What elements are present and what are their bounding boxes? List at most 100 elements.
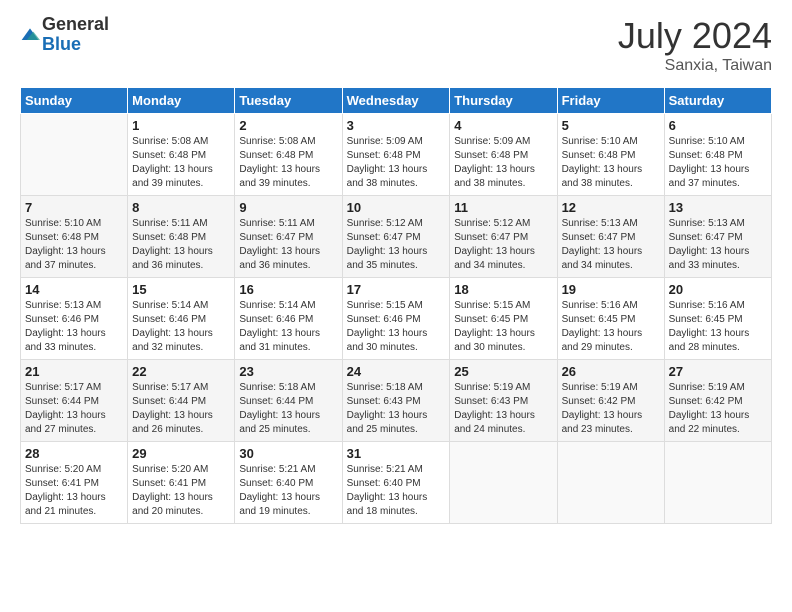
day-number: 20 xyxy=(669,282,767,297)
day-cell: 12 Sunrise: 5:13 AMSunset: 6:47 PMDayligh… xyxy=(557,196,664,278)
day-info: Sunrise: 5:09 AMSunset: 6:48 PMDaylight:… xyxy=(454,135,552,191)
day-cell xyxy=(557,442,664,524)
day-cell xyxy=(664,442,771,524)
day-number: 2 xyxy=(239,118,337,133)
day-number: 19 xyxy=(562,282,660,297)
day-info: Sunrise: 5:14 AMSunset: 6:46 PMDaylight:… xyxy=(132,299,230,355)
day-cell: 13 Sunrise: 5:13 AMSunset: 6:47 PMDayligh… xyxy=(664,196,771,278)
day-cell: 10Sunrise: 5:12 AMSunset: 6:47 PMDayligh… xyxy=(342,196,450,278)
weekday-header-saturday: Saturday xyxy=(664,88,771,114)
day-cell: 24 Sunrise: 5:18 AMSunset: 6:43 PMDayligh… xyxy=(342,360,450,442)
day-info: Sunrise: 5:21 AMSunset: 6:40 PMDaylight:… xyxy=(239,463,337,519)
day-cell: 14Sunrise: 5:13 AMSunset: 6:46 PMDayligh… xyxy=(21,278,128,360)
day-number: 13 xyxy=(669,200,767,215)
day-number: 27 xyxy=(669,364,767,379)
general-blue-icon xyxy=(20,25,40,45)
day-cell xyxy=(21,114,128,196)
day-cell: 5 Sunrise: 5:10 AMSunset: 6:48 PMDaylight… xyxy=(557,114,664,196)
day-number: 18 xyxy=(454,282,552,297)
day-number: 29 xyxy=(132,446,230,461)
day-info: Sunrise: 5:09 AMSunset: 6:48 PMDaylight:… xyxy=(347,135,446,191)
day-info: Sunrise: 5:20 AMSunset: 6:41 PMDaylight:… xyxy=(25,463,123,519)
day-number: 17 xyxy=(347,282,446,297)
header: General Blue July 2024 Sanxia, Taiwan xyxy=(20,15,772,75)
day-info: Sunrise: 5:16 AMSunset: 6:45 PMDaylight:… xyxy=(562,299,660,355)
day-cell: 22Sunrise: 5:17 AMSunset: 6:44 PMDayligh… xyxy=(128,360,235,442)
day-cell: 11 Sunrise: 5:12 AMSunset: 6:47 PMDayligh… xyxy=(450,196,557,278)
day-cell: 21Sunrise: 5:17 AMSunset: 6:44 PMDayligh… xyxy=(21,360,128,442)
day-number: 21 xyxy=(25,364,123,379)
day-number: 5 xyxy=(562,118,660,133)
page: General Blue July 2024 Sanxia, Taiwan Su… xyxy=(0,0,792,612)
day-cell: 28 Sunrise: 5:20 AMSunset: 6:41 PMDayligh… xyxy=(21,442,128,524)
week-row-4: 21 Sunrise: 5:17 AMSunset: 6:44 PMDayligh… xyxy=(21,360,772,442)
day-info: Sunrise: 5:11 AMSunset: 6:48 PMDaylight:… xyxy=(132,217,230,273)
weekday-header-wednesday: Wednesday xyxy=(342,88,450,114)
month-title: July 2024 xyxy=(618,15,772,57)
week-row-1: 1 Sunrise: 5:08 AMSunset: 6:48 PMDaylight… xyxy=(21,114,772,196)
day-cell: 7 Sunrise: 5:10 AMSunset: 6:48 PMDaylight… xyxy=(21,196,128,278)
day-cell: 3 Sunrise: 5:09 AMSunset: 6:48 PMDaylight… xyxy=(342,114,450,196)
day-number: 31 xyxy=(347,446,446,461)
day-number: 1 xyxy=(132,118,230,133)
day-cell: 6Sunrise: 5:10 AMSunset: 6:48 PMDaylight… xyxy=(664,114,771,196)
week-row-2: 7 Sunrise: 5:10 AMSunset: 6:48 PMDaylight… xyxy=(21,196,772,278)
day-number: 10 xyxy=(347,200,446,215)
day-info: Sunrise: 5:11 AMSunset: 6:47 PMDaylight:… xyxy=(239,217,337,273)
day-cell xyxy=(450,442,557,524)
calendar-table: SundayMondayTuesdayWednesdayThursdayFrid… xyxy=(20,87,772,524)
day-number: 7 xyxy=(25,200,123,215)
day-cell: 16Sunrise: 5:14 AMSunset: 6:46 PMDayligh… xyxy=(235,278,342,360)
day-number: 23 xyxy=(239,364,337,379)
day-cell: 18 Sunrise: 5:15 AMSunset: 6:45 PMDayligh… xyxy=(450,278,557,360)
day-cell: 2 Sunrise: 5:08 AMSunset: 6:48 PMDaylight… xyxy=(235,114,342,196)
day-info: Sunrise: 5:10 AMSunset: 6:48 PMDaylight:… xyxy=(25,217,123,273)
day-cell: 25Sunrise: 5:19 AMSunset: 6:43 PMDayligh… xyxy=(450,360,557,442)
day-info: Sunrise: 5:15 AMSunset: 6:45 PMDaylight:… xyxy=(454,299,552,355)
day-number: 11 xyxy=(454,200,552,215)
day-info: Sunrise: 5:21 AMSunset: 6:40 PMDaylight:… xyxy=(347,463,446,519)
day-info: Sunrise: 5:12 AMSunset: 6:47 PMDaylight:… xyxy=(454,217,552,273)
day-info: Sunrise: 5:19 AMSunset: 6:42 PMDaylight:… xyxy=(669,381,767,437)
day-number: 25 xyxy=(454,364,552,379)
day-cell: 31 Sunrise: 5:21 AMSunset: 6:40 PMDayligh… xyxy=(342,442,450,524)
day-number: 3 xyxy=(347,118,446,133)
weekday-header-thursday: Thursday xyxy=(450,88,557,114)
day-number: 9 xyxy=(239,200,337,215)
day-info: Sunrise: 5:18 AMSunset: 6:43 PMDaylight:… xyxy=(347,381,446,437)
day-cell: 17 Sunrise: 5:15 AMSunset: 6:46 PMDayligh… xyxy=(342,278,450,360)
day-cell: 27 Sunrise: 5:19 AMSunset: 6:42 PMDayligh… xyxy=(664,360,771,442)
day-info: Sunrise: 5:16 AMSunset: 6:45 PMDaylight:… xyxy=(669,299,767,355)
day-info: Sunrise: 5:13 AMSunset: 6:47 PMDaylight:… xyxy=(562,217,660,273)
weekday-header-sunday: Sunday xyxy=(21,88,128,114)
day-cell: 20 Sunrise: 5:16 AMSunset: 6:45 PMDayligh… xyxy=(664,278,771,360)
day-number: 6 xyxy=(669,118,767,133)
logo-blue: Blue xyxy=(42,34,81,54)
day-cell: 1Sunrise: 5:08 AMSunset: 6:48 PMDaylight… xyxy=(128,114,235,196)
location-subtitle: Sanxia, Taiwan xyxy=(618,57,772,75)
day-number: 12 xyxy=(562,200,660,215)
day-number: 14 xyxy=(25,282,123,297)
day-info: Sunrise: 5:17 AMSunset: 6:44 PMDaylight:… xyxy=(132,381,230,437)
day-cell: 26Sunrise: 5:19 AMSunset: 6:42 PMDayligh… xyxy=(557,360,664,442)
day-cell: 9 Sunrise: 5:11 AMSunset: 6:47 PMDaylight… xyxy=(235,196,342,278)
weekday-header-tuesday: Tuesday xyxy=(235,88,342,114)
logo-general: General xyxy=(42,14,109,34)
day-number: 28 xyxy=(25,446,123,461)
day-info: Sunrise: 5:19 AMSunset: 6:42 PMDaylight:… xyxy=(562,381,660,437)
day-info: Sunrise: 5:15 AMSunset: 6:46 PMDaylight:… xyxy=(347,299,446,355)
week-row-5: 28 Sunrise: 5:20 AMSunset: 6:41 PMDayligh… xyxy=(21,442,772,524)
day-cell: 15Sunrise: 5:14 AMSunset: 6:46 PMDayligh… xyxy=(128,278,235,360)
day-cell: 8 Sunrise: 5:11 AMSunset: 6:48 PMDaylight… xyxy=(128,196,235,278)
day-number: 8 xyxy=(132,200,230,215)
weekday-header-friday: Friday xyxy=(557,88,664,114)
day-number: 24 xyxy=(347,364,446,379)
day-cell: 19 Sunrise: 5:16 AMSunset: 6:45 PMDayligh… xyxy=(557,278,664,360)
day-info: Sunrise: 5:18 AMSunset: 6:44 PMDaylight:… xyxy=(239,381,337,437)
day-info: Sunrise: 5:10 AMSunset: 6:48 PMDaylight:… xyxy=(562,135,660,191)
day-info: Sunrise: 5:20 AMSunset: 6:41 PMDaylight:… xyxy=(132,463,230,519)
day-cell: 29 Sunrise: 5:20 AMSunset: 6:41 PMDayligh… xyxy=(128,442,235,524)
day-info: Sunrise: 5:13 AMSunset: 6:47 PMDaylight:… xyxy=(669,217,767,273)
day-cell: 30Sunrise: 5:21 AMSunset: 6:40 PMDayligh… xyxy=(235,442,342,524)
day-info: Sunrise: 5:08 AMSunset: 6:48 PMDaylight:… xyxy=(239,135,337,191)
